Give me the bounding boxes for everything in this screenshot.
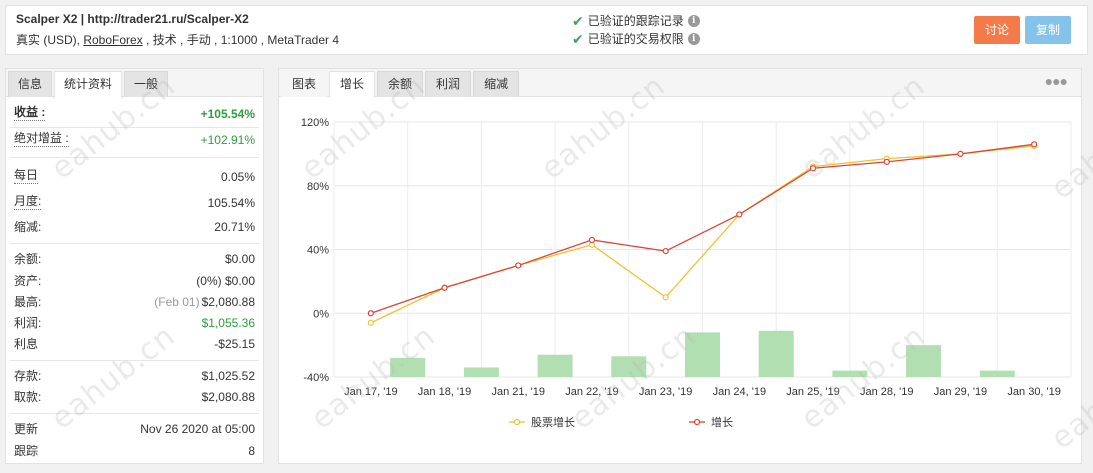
verified-track-record: ✔ 已验证的跟踪记录 i: [572, 12, 700, 29]
chart-bar: [463, 367, 499, 377]
y-tick-label: 40%: [307, 245, 329, 257]
x-tick-label: Jan 30, '19: [1007, 386, 1060, 398]
tab-info[interactable]: 信息: [8, 71, 53, 97]
x-tick-label: Jan 24, '19: [713, 386, 766, 398]
series-point: [441, 284, 448, 291]
series-point: [957, 150, 964, 157]
y-tick-label: 120%: [301, 117, 329, 129]
y-tick-label: -40%: [303, 372, 329, 384]
chart-bar: [979, 370, 1015, 377]
x-tick-label: Jan 22, '19: [565, 386, 618, 398]
legend-label: 增长: [711, 415, 733, 429]
x-tick-label: Jan 29, '19: [934, 386, 987, 398]
chart-bar: [685, 332, 720, 377]
chart-bar: [832, 370, 868, 377]
series-point: [515, 262, 522, 269]
stat-equity: 资产: (0%) $0.00: [14, 274, 255, 288]
stat-updated: 更新 Nov 26 2020 at 05:00: [14, 422, 255, 436]
series-point: [367, 310, 374, 317]
chart-bar: [390, 357, 426, 377]
divider: [10, 413, 259, 414]
account-details: 真实 (USD), RoboForex , 技术 , 手动 , 1:1000 ,…: [16, 33, 340, 47]
x-tick-label: Jan 21, '19: [492, 386, 545, 398]
stat-tracking: 跟踪 8: [14, 444, 255, 458]
series-point: [662, 294, 669, 301]
x-tick-label: Jan 25, '19: [786, 386, 839, 398]
chart-bar: [537, 354, 573, 377]
account-header: Scalper X2 | http://trader21.ru/Scalper-…: [5, 5, 1088, 55]
stat-drawdown: 缩减: 20.71%: [14, 220, 255, 234]
series-point: [736, 211, 743, 218]
stat-daily: 每日 0.05%: [14, 168, 255, 184]
legend-label: 股票增长: [531, 415, 575, 429]
x-tick-label: Jan 28, '19: [860, 386, 913, 398]
tab-growth[interactable]: 增长: [329, 71, 376, 98]
stats-panel: 信息 统计资料 一般 收益 : +105.54% 绝对增益 : +102.91%…: [5, 68, 264, 464]
stat-withdrawals: 取款: $2,080.88: [14, 390, 255, 404]
x-tick-label: Jan 23, '19: [639, 386, 692, 398]
legend-swatch-point: [693, 418, 701, 426]
divider: [10, 127, 259, 128]
chart-tabs: 图表 增长 余额 利润 缩减: [279, 69, 1081, 98]
chart-bar: [611, 356, 647, 377]
stat-deposits: 存款: $1,025.52: [14, 369, 255, 383]
system-title: Scalper X2 | http://trader21.ru/Scalper-…: [16, 12, 249, 26]
more-options-icon[interactable]: ●●●: [1045, 73, 1068, 89]
stat-balance: 余额: $0.00: [14, 252, 255, 266]
stat-monthly: 月度: 105.54%: [14, 194, 255, 210]
discuss-button[interactable]: 讨论: [974, 16, 1020, 44]
stat-absolute-gain: 绝对增益 : +102.91%: [14, 131, 255, 147]
tab-chart[interactable]: 图表: [281, 71, 328, 97]
stats-tabs: 信息 统计资料 一般: [6, 69, 263, 98]
stat-gain: 收益 : +105.54%: [14, 105, 255, 121]
divider: [10, 157, 259, 158]
y-tick-label: 80%: [307, 181, 329, 193]
divider: [10, 243, 259, 244]
series-point: [883, 158, 890, 165]
stat-highest: 最高: (Feb 01) $2,080.88: [14, 295, 255, 309]
x-tick-label: Jan 18, '19: [418, 386, 471, 398]
stat-profit: 利润: $1,055.36: [14, 316, 255, 330]
broker-link[interactable]: RoboForex: [83, 33, 142, 47]
y-tick-label: 0%: [313, 308, 329, 320]
tab-statistics[interactable]: 统计资料: [54, 71, 123, 98]
series-point: [367, 319, 374, 326]
stat-interest: 利息 -$25.15: [14, 337, 255, 351]
chart-bar: [758, 330, 794, 377]
verified-trading-privileges: ✔ 已验证的交易权限 i: [572, 30, 700, 47]
check-icon: ✔: [572, 30, 584, 47]
divider: [10, 360, 259, 361]
series-point: [662, 247, 669, 255]
check-icon: ✔: [572, 12, 584, 29]
info-icon[interactable]: i: [687, 14, 700, 27]
tab-balance[interactable]: 余额: [377, 71, 424, 97]
series-point: [588, 236, 596, 244]
legend-swatch-point: [513, 418, 521, 426]
tab-drawdown[interactable]: 缩减: [473, 71, 520, 97]
copy-button[interactable]: 复制: [1025, 16, 1071, 44]
growth-chart: 120% 80% 40% 0% -40% Jan 17, '19 Jan 18, '19 Ja…: [301, 117, 1072, 429]
tab-profit[interactable]: 利润: [425, 71, 472, 97]
x-tick-label: Jan 17, '19: [344, 386, 397, 398]
series-point: [809, 165, 817, 172]
info-icon[interactable]: i: [687, 32, 700, 45]
series-point: [1031, 141, 1038, 148]
chart-panel: 图表 增长 余额 利润 缩减 ●●● 120% 80% 40% 0% -40% Jan 1…: [278, 68, 1082, 464]
tab-general[interactable]: 一般: [124, 71, 169, 97]
chart-bar: [906, 345, 942, 377]
